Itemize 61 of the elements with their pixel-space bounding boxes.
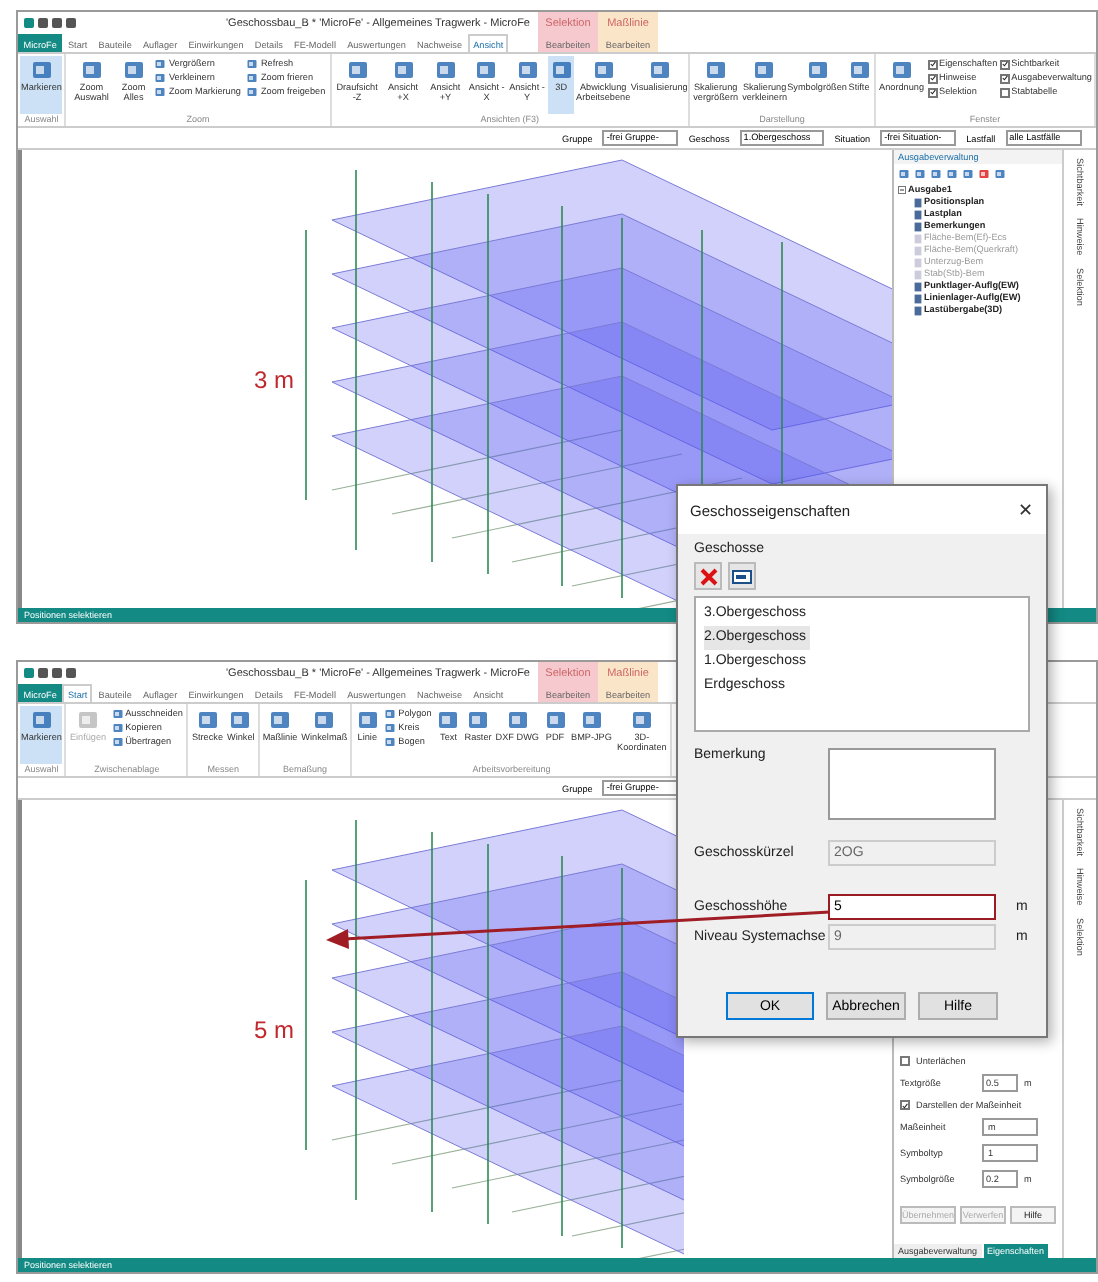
rename-button[interactable] (728, 562, 756, 590)
tool-icon (703, 58, 728, 82)
checkbox[interactable] (927, 87, 938, 97)
field-icon (732, 569, 752, 583)
tool-icon (515, 58, 539, 82)
tool-icon (978, 168, 990, 180)
checkbox[interactable] (999, 73, 1010, 83)
tool-icon (962, 168, 974, 180)
checkbox[interactable] (927, 59, 938, 69)
tool-icon (914, 168, 926, 180)
tool-icon (29, 58, 54, 82)
tool-icon (436, 708, 461, 732)
tool-icon (228, 708, 253, 732)
tool-icon (355, 708, 380, 732)
tool-icon (752, 58, 777, 82)
tool-icon (505, 708, 530, 732)
save-icon[interactable] (38, 668, 48, 678)
checkbox[interactable] (900, 1056, 910, 1066)
tool-icon (79, 58, 104, 82)
tool-icon (591, 58, 616, 82)
tool-icon (930, 168, 942, 180)
undo-icon[interactable] (52, 668, 62, 678)
tool-icon (433, 58, 458, 82)
tool-icon (629, 708, 654, 732)
dimension-label: 5 m (254, 1016, 295, 1044)
remark-field[interactable] (828, 748, 996, 820)
tool-icon (474, 58, 499, 82)
close-button[interactable]: ✕ (1018, 500, 1034, 520)
checkbox[interactable] (999, 59, 1010, 69)
tool-icon (121, 58, 146, 82)
tool-icon (391, 58, 416, 82)
tool-icon (466, 708, 491, 732)
undo-icon[interactable] (52, 18, 62, 28)
tool-icon (549, 58, 574, 82)
collapse-icon[interactable] (898, 186, 906, 194)
tool-icon (889, 58, 914, 82)
tool-icon (805, 58, 830, 82)
checkbox[interactable] (900, 1100, 910, 1110)
app-icon (24, 18, 34, 28)
tool-icon (312, 708, 337, 732)
tool-icon (345, 58, 370, 82)
checkbox[interactable] (999, 87, 1010, 97)
tool-icon (579, 708, 604, 732)
tool-icon (847, 58, 872, 82)
app-icon (24, 668, 34, 678)
tool-icon (76, 708, 100, 732)
redo-icon[interactable] (66, 18, 76, 28)
redo-icon[interactable] (66, 668, 76, 678)
tool-icon (543, 708, 567, 732)
checkbox[interactable] (927, 73, 938, 83)
tool-icon (267, 708, 292, 732)
close-icon (699, 567, 717, 585)
tool-icon (946, 168, 958, 180)
delete-button[interactable] (694, 562, 722, 590)
tool-icon (29, 708, 54, 732)
tool-icon (195, 708, 220, 732)
save-icon[interactable] (38, 18, 48, 28)
dimension-label: 3 m (254, 366, 295, 394)
tool-icon (994, 168, 1006, 180)
tool-icon (898, 168, 910, 180)
tool-icon (647, 58, 672, 82)
